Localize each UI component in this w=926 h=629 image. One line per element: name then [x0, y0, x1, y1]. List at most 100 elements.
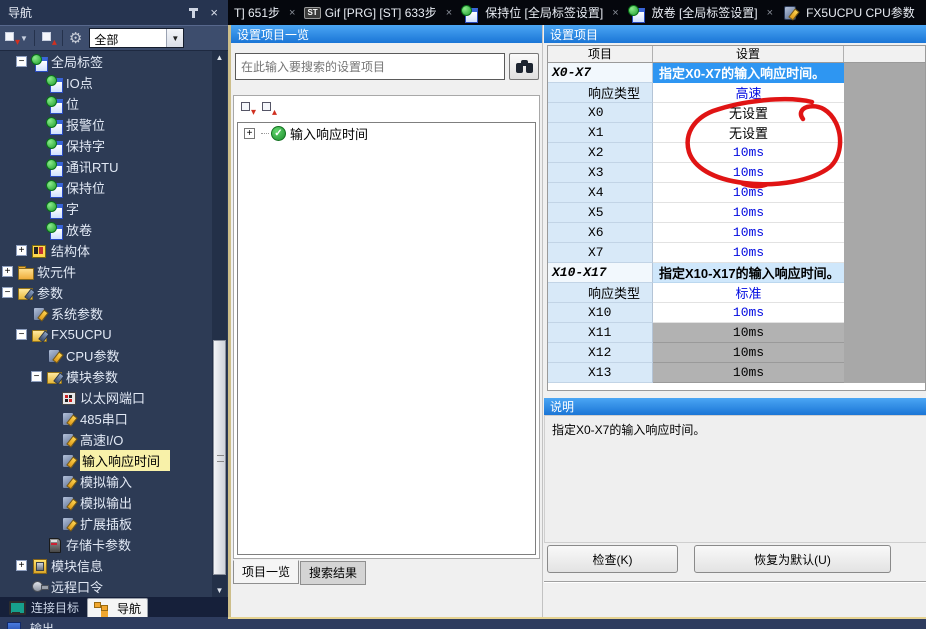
nav-item-parameters[interactable]: 参数: [0, 282, 212, 303]
scroll-up-icon[interactable]: ▲: [212, 51, 227, 64]
nav-scrollbar[interactable]: ▲ ▼: [212, 51, 227, 597]
value-dropdown[interactable]: 10ms: [653, 303, 844, 323]
value-dropdown[interactable]: 10ms: [653, 203, 844, 223]
value-dropdown[interactable]: 10ms: [653, 163, 844, 183]
table-row[interactable]: X310ms: [548, 163, 844, 183]
table-row[interactable]: X710ms: [548, 243, 844, 263]
tree-expand-icon[interactable]: [41, 31, 56, 45]
nav-item-485-serial[interactable]: 485串口: [0, 408, 212, 429]
tree-collapse-all-icon[interactable]: [4, 31, 19, 45]
nav-item-module-params[interactable]: 模块参数: [0, 366, 212, 387]
nav-item-remote-password[interactable]: 远程口令: [0, 576, 212, 597]
nav-filter-dropdown[interactable]: 全部 ▼: [89, 28, 184, 48]
nav-bottom-tabbar: 连接目标 导航: [0, 597, 228, 617]
close-icon[interactable]: ×: [208, 6, 220, 19]
nav-item-hold-bits[interactable]: 保持位: [0, 177, 212, 198]
document-tabbar: T] 651步 × ST Gif [PRG] [ST] 633步 × 保持位 […: [228, 0, 926, 25]
table-row[interactable]: X10-X17指定X10-X17的输入响应时间。: [548, 263, 844, 283]
tree-expand-all-icon[interactable]: [261, 101, 276, 115]
settings-table: 项目 设置 X0-X7指定X0-X7的输入响应时间。 响应类型高速 X0无设置 …: [547, 45, 926, 391]
value-dropdown[interactable]: 10ms: [653, 223, 844, 243]
restore-default-button[interactable]: 恢复为默认(U): [694, 545, 891, 573]
doc-tab-holdbits-labels[interactable]: 保持位 [全局标签设置]: [455, 0, 609, 25]
pin-icon[interactable]: [189, 7, 198, 18]
tab-navigation[interactable]: 导航: [87, 598, 148, 617]
table-row[interactable]: X410ms: [548, 183, 844, 203]
collapse-icon[interactable]: [2, 287, 13, 298]
nav-item-io-points[interactable]: IO点: [0, 72, 212, 93]
nav-item-bit[interactable]: 位: [0, 93, 212, 114]
scrollbar-thumb[interactable]: [213, 340, 226, 575]
nav-item-input-response-time[interactable]: 输入响应时间: [0, 450, 212, 471]
nav-item-system-params[interactable]: 系统参数: [0, 303, 212, 324]
nav-item-comm-rtu[interactable]: 通讯RTU: [0, 156, 212, 177]
nav-item-structures[interactable]: 结构体: [0, 240, 212, 261]
item-tree-root[interactable]: 输入响应时间: [238, 123, 535, 143]
table-row[interactable]: 响应类型标准: [548, 283, 844, 303]
nav-item-module-info[interactable]: 模块信息: [0, 555, 212, 576]
doc-tab-gif-program[interactable]: ST Gif [PRG] [ST] 633步: [298, 0, 442, 25]
nav-item-hold-words[interactable]: 保持字: [0, 135, 212, 156]
global-label-icon: [31, 54, 47, 69]
tab-close-icon[interactable]: ×: [286, 7, 298, 19]
table-row[interactable]: X510ms: [548, 203, 844, 223]
label-table-icon: [46, 117, 62, 132]
nav-item-devices[interactable]: 软元件: [0, 261, 212, 282]
nav-item-memory-card-params[interactable]: 存储卡参数: [0, 534, 212, 555]
nav-item-ethernet-port[interactable]: 以太网端口: [0, 387, 212, 408]
scroll-down-icon[interactable]: ▼: [212, 584, 227, 597]
output-window-icon: [6, 621, 22, 629]
tab-item-list[interactable]: 项目一览: [233, 560, 299, 584]
output-dock[interactable]: 输出: [6, 620, 54, 629]
table-row[interactable]: X0-X7指定X0-X7的输入响应时间。: [548, 63, 844, 83]
nav-item-global-labels[interactable]: 全局标签: [0, 51, 212, 72]
expand-icon[interactable]: [244, 128, 255, 139]
gear-icon[interactable]: ⚙: [69, 31, 82, 46]
item-list-tabbar: 项目一览 搜索结果: [233, 560, 366, 585]
search-button[interactable]: [509, 53, 539, 80]
value-dropdown[interactable]: 10ms: [653, 183, 844, 203]
nav-item-unwind[interactable]: 放卷: [0, 219, 212, 240]
nav-item-analog-output[interactable]: 模拟输出: [0, 492, 212, 513]
nav-item-cpu-params[interactable]: CPU参数: [0, 345, 212, 366]
tab-close-icon[interactable]: ×: [443, 7, 455, 19]
table-row[interactable]: X210ms: [548, 143, 844, 163]
collapse-icon[interactable]: [16, 329, 27, 340]
table-row[interactable]: X610ms: [548, 223, 844, 243]
check-button[interactable]: 检查(K): [547, 545, 678, 573]
table-row[interactable]: X0无设置: [548, 103, 844, 123]
expand-icon[interactable]: [16, 245, 27, 256]
table-row[interactable]: X1无设置: [548, 123, 844, 143]
value-dropdown[interactable]: 10ms: [653, 243, 844, 263]
table-row[interactable]: 响应类型高速: [548, 83, 844, 103]
chevron-down-icon[interactable]: ▼: [166, 29, 183, 47]
value-cell[interactable]: 无设置: [653, 103, 844, 123]
expand-icon[interactable]: [16, 560, 27, 571]
doc-tab-unwind-labels[interactable]: 放卷 [全局标签设置]: [622, 0, 764, 25]
chevron-down-icon[interactable]: ▼: [20, 34, 28, 43]
collapse-icon[interactable]: [31, 371, 42, 382]
nav-item-analog-input[interactable]: 模拟输入: [0, 471, 212, 492]
nav-item-word[interactable]: 字: [0, 198, 212, 219]
global-label-icon: [628, 5, 644, 20]
tab-close-icon[interactable]: ×: [764, 7, 776, 19]
nav-item-alarm-bits[interactable]: 报警位: [0, 114, 212, 135]
nav-item-high-speed-io[interactable]: 高速I/O: [0, 429, 212, 450]
doc-tab-cpu-parameter[interactable]: FX5UCPU CPU参数: [776, 0, 921, 25]
value-dropdown[interactable]: 高速: [653, 83, 844, 103]
table-row[interactable]: X1010ms: [548, 303, 844, 323]
search-input[interactable]: [235, 53, 505, 80]
value-cell[interactable]: 无设置: [653, 123, 844, 143]
description-title: 说明: [550, 398, 574, 415]
value-dropdown[interactable]: 标准: [653, 283, 844, 303]
collapse-icon[interactable]: [16, 56, 27, 67]
expand-icon[interactable]: [2, 266, 13, 277]
tree-collapse-all-icon[interactable]: [240, 101, 255, 115]
tab-close-icon[interactable]: ×: [609, 7, 621, 19]
nav-item-fx5ucpu[interactable]: FX5UCPU: [0, 324, 212, 345]
doc-tab-program-651[interactable]: T] 651步: [228, 0, 286, 25]
nav-item-expansion-board[interactable]: 扩展插板: [0, 513, 212, 534]
tab-search-result[interactable]: 搜索结果: [300, 561, 366, 585]
value-dropdown[interactable]: 10ms: [653, 143, 844, 163]
tab-connection-destination[interactable]: 连接目标: [2, 598, 85, 617]
